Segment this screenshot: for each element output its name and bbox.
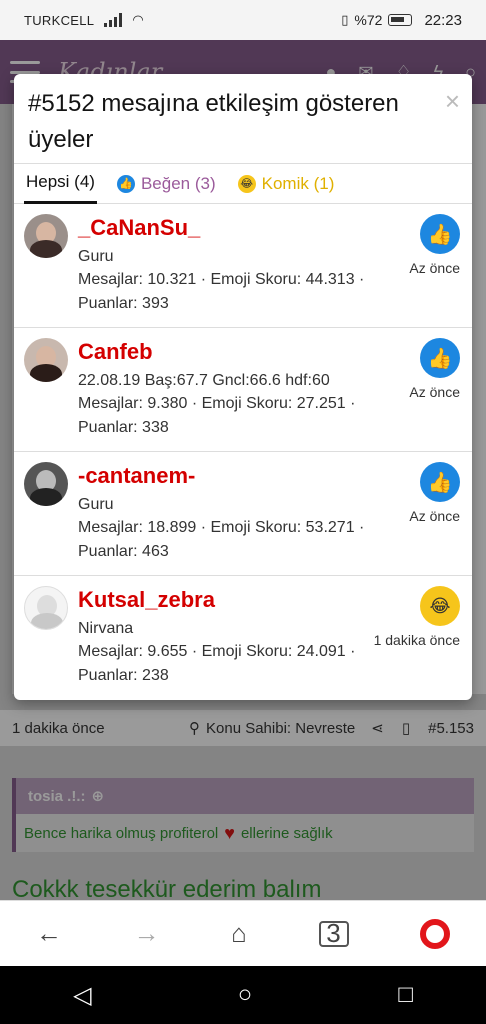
battery-icon [388,14,413,26]
laughing-icon: 😂 [237,174,256,193]
member-stats: Mesajlar: 9.380 · Emoji Skoru: 27.251 · … [78,395,356,436]
list-item: Kutsal_zebra Nirvana Mesajlar: 9.655 · E… [14,576,472,700]
home-icon[interactable]: ⌂ [231,918,247,949]
list-item: _CaNanSu_ Guru Mesajlar: 10.321 · Emoji … [14,204,472,328]
clock: 22:23 [424,11,462,29]
modal-title: #5152 mesajına etkileşim gösteren üyeler [28,90,399,153]
status-bar: TURKCELL ◠ ▯ %72 22:23 [0,0,486,40]
member-stats: Mesajlar: 18.899 · Emoji Skoru: 53.271 ·… [78,519,365,560]
tab-all[interactable]: Hepsi (4) [24,164,97,204]
back-arrow-icon[interactable]: ← [36,918,62,949]
reaction-time: Az önce [409,260,460,276]
wifi-icon: ◠ [132,12,144,27]
avatar[interactable] [24,462,68,506]
list-item: -cantanem- Guru Mesajlar: 18.899 · Emoji… [14,452,472,576]
reaction-time: Az önce [409,384,460,400]
nav-home-icon[interactable]: ○ [238,981,253,1009]
tab-like[interactable]: 👍 Beğen (3) [115,164,218,204]
tab-all-label: Hepsi (4) [26,172,95,191]
thumbs-up-icon: 👍 [420,462,460,502]
reaction-tabs: Hepsi (4) 👍 Beğen (3) 😂 Komik (1) [14,164,472,204]
member-list: _CaNanSu_ Guru Mesajlar: 10.321 · Emoji … [14,204,472,700]
thumbs-up-icon: 👍 [420,214,460,254]
tab-funny[interactable]: 😂 Komik (1) [236,164,337,204]
nav-recents-icon[interactable]: □ [398,981,413,1009]
laughing-icon: 😂 [420,586,460,626]
carrier-name: TURKCELL [24,12,95,28]
list-item: Canfeb 22.08.19 Baş:67.7 Gncl:66.6 hdf:6… [14,328,472,452]
avatar[interactable] [24,338,68,382]
avatar[interactable] [24,586,68,630]
browser-toolbar: ← → ⌂ 3 [0,900,486,966]
member-stats: Mesajlar: 10.321 · Emoji Skoru: 44.313 ·… [78,271,365,312]
tab-funny-label: Komik (1) [261,173,335,193]
thumbs-up-icon: 👍 [116,174,135,193]
tabs-button[interactable]: 3 [318,918,349,948]
avatar[interactable] [24,214,68,258]
reaction-time: Az önce [409,508,460,524]
reactions-modal: #5152 mesajına etkileşim gösteren üyeler… [14,74,472,700]
thumbs-up-icon: 👍 [420,338,460,378]
battery-percent: %72 [354,12,383,28]
member-stats: Mesajlar: 9.655 · Emoji Skoru: 24.091 · … [78,643,356,684]
system-nav-bar: ◁ ○ □ [0,966,486,1024]
close-icon[interactable]: × [445,86,460,117]
tab-like-label: Beğen (3) [140,173,216,193]
opera-menu-icon[interactable] [420,918,451,949]
nav-back-icon[interactable]: ◁ [73,981,91,1010]
signal-icon [104,13,123,27]
vibrate-icon: ▯ [341,12,349,27]
reaction-time: 1 dakika önce [373,632,460,648]
forward-arrow-icon[interactable]: → [133,918,159,949]
modal-header: #5152 mesajına etkileşim gösteren üyeler… [14,74,472,164]
